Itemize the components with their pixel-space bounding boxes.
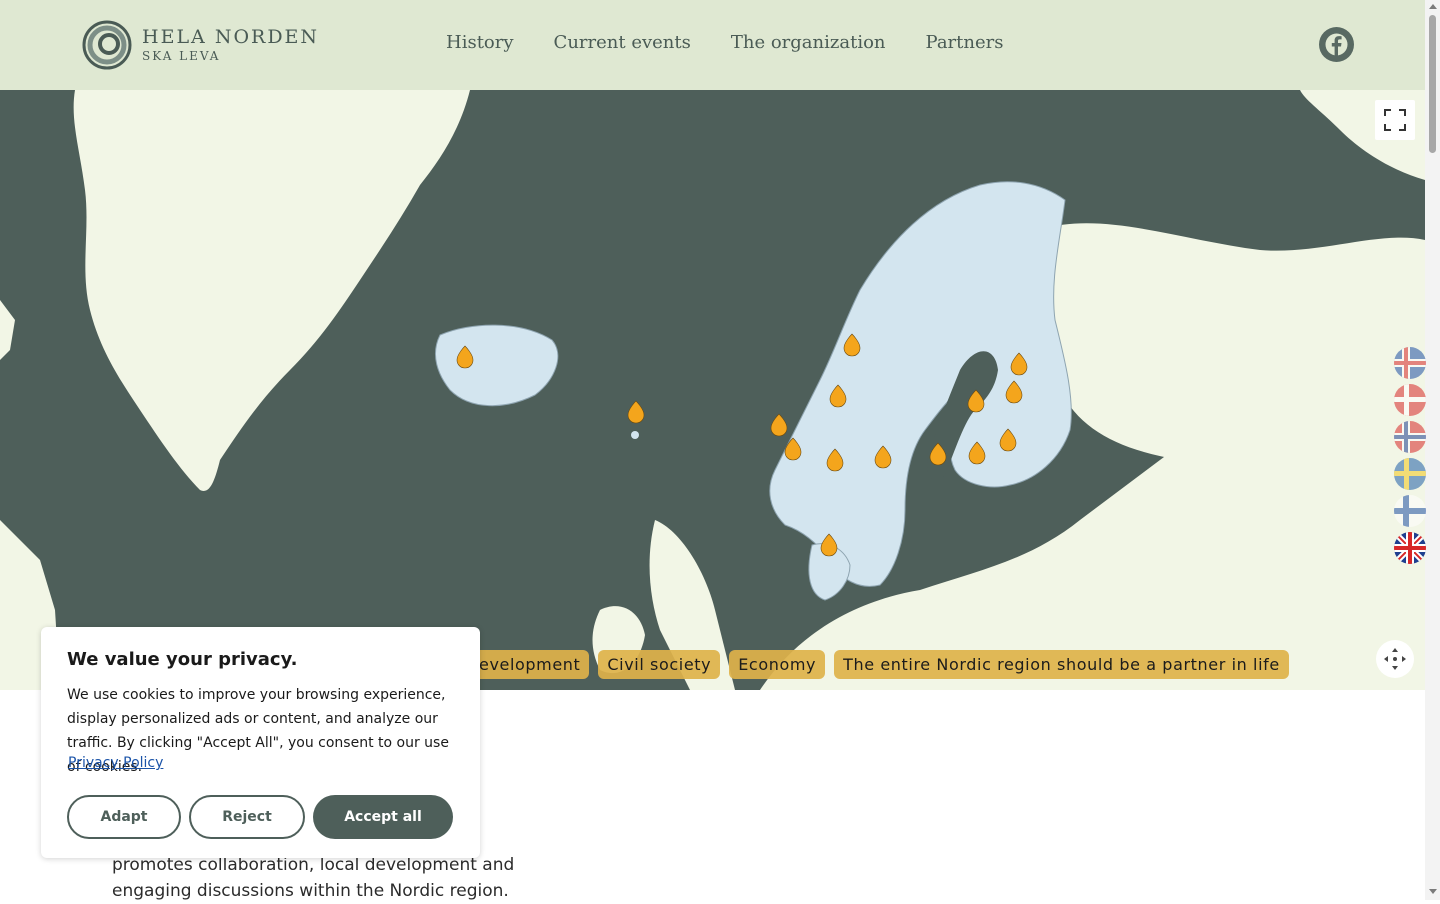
cookie-accept-all-button[interactable]: Accept all [313,795,453,839]
map-marker [770,413,788,437]
flag-norway[interactable] [1394,421,1426,453]
flag-iceland[interactable] [1394,347,1426,379]
logo-subtitle: SKA LEVA [142,49,221,63]
cookie-consent-dialog: We value your privacy. We use cookies to… [41,627,480,858]
uk-flag-icon [1394,532,1426,564]
site-header: HELA NORDEN SKA LEVA History Current eve… [0,0,1425,90]
sweden-flag-icon [1394,458,1426,490]
tag-development[interactable]: evelopment [465,650,590,679]
nav-current-events[interactable]: Current events [554,32,691,53]
tag-partner-in-life[interactable]: The entire Nordic region should be a par… [834,650,1289,679]
tag-economy[interactable]: Economy [729,650,826,679]
site-logo[interactable]: HELA NORDEN SKA LEVA [82,20,319,70]
nordic-map[interactable]: evelopment Civil society Economy The ent… [0,90,1425,690]
cookie-title: We value your privacy. [67,649,298,670]
fullscreen-icon [1384,109,1406,131]
language-switcher [1394,347,1426,569]
logo-title: HELA NORDEN [142,26,320,48]
greenland [73,90,471,491]
page-scrollbar[interactable] [1425,0,1440,900]
scandinavia [769,181,1072,587]
flag-sweden[interactable] [1394,458,1426,490]
main-nav: History Current events The organization … [446,32,1043,53]
category-tags: evelopment Civil society Economy The ent… [465,650,1298,679]
intro-text: promotes collaboration, local developmen… [112,852,532,904]
scrollbar-thumb[interactable] [1429,15,1436,153]
logo-swirl-icon [82,20,132,70]
finland-flag-icon [1394,495,1426,527]
iceland [435,324,559,407]
map-reset-button[interactable] [1376,640,1414,678]
flag-denmark[interactable] [1394,384,1426,416]
map-marker [627,400,645,424]
denmark-flag-icon [1394,384,1426,416]
scroll-down-arrow-icon[interactable] [1429,889,1437,894]
flag-english[interactable] [1394,532,1426,564]
privacy-policy-link[interactable]: Privacy Policy [68,755,163,771]
fullscreen-button[interactable] [1375,100,1415,140]
nav-organization[interactable]: The organization [731,32,886,53]
iceland-flag-icon [1394,347,1426,379]
tag-civil-society[interactable]: Civil society [598,650,721,679]
map-canvas [0,90,1425,690]
scroll-up-arrow-icon[interactable] [1429,4,1437,9]
facebook-icon [1325,33,1348,56]
intro-line-2: engaging discussions within the Nordic r… [112,881,509,901]
cookie-adapt-button[interactable]: Adapt [67,795,181,839]
compass-icon [1384,648,1406,670]
nav-history[interactable]: History [446,32,514,53]
cookie-reject-button[interactable]: Reject [189,795,305,839]
flag-finland[interactable] [1394,495,1426,527]
norway-flag-icon [1394,421,1426,453]
facebook-link[interactable] [1319,27,1354,62]
nav-partners[interactable]: Partners [926,32,1004,53]
